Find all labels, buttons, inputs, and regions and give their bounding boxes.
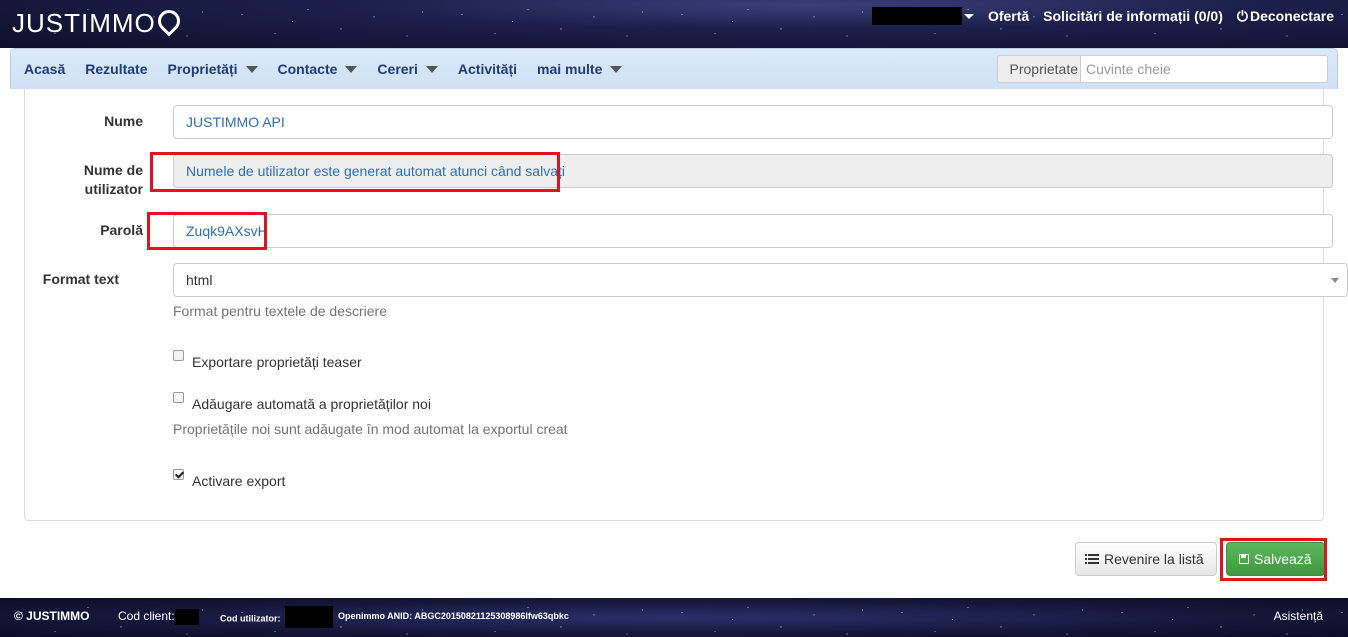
logo[interactable]: JUSTIMMO — [12, 5, 185, 39]
main-navbar: Acasă Rezultate Proprietăți Contacte Cereri A… — [10, 48, 1338, 89]
header-links: Ofertă Solicitări de informații (0/0) ⏻ D… — [871, 7, 1334, 26]
teaser-checkbox-row[interactable]: Exportare proprietăți teaser — [173, 348, 362, 370]
nav-item-rezultate[interactable]: Rezultate — [85, 61, 147, 77]
power-icon: ⏻ — [1236, 7, 1248, 24]
username-label-line1: Nume de — [83, 162, 143, 178]
search-input[interactable] — [1080, 55, 1328, 83]
format-select-value: html — [186, 272, 213, 288]
redacted-username — [871, 7, 962, 26]
nav-item-proprietăți[interactable]: Proprietăți — [168, 61, 258, 77]
nav-item-cereri[interactable]: Cereri — [377, 61, 438, 77]
chevron-down-icon — [963, 13, 974, 19]
teaser-checkbox-label: Exportare proprietăți teaser — [192, 354, 362, 370]
back-to-list-button[interactable]: Revenire la listă — [1075, 542, 1217, 576]
form-panel: Nume JUSTIMMO API Nume de utilizator Num… — [24, 89, 1348, 521]
nav-item-activități[interactable]: Activități — [458, 61, 517, 77]
activate-export-checkbox[interactable] — [173, 469, 184, 480]
footer: © JUSTIMMO Cod client: Cod utilizator: O… — [0, 598, 1348, 637]
chevron-down-icon — [245, 65, 258, 73]
redacted-client-code — [174, 609, 199, 625]
footer-copyright: © JUSTIMMO — [14, 609, 90, 623]
nav-item-label: Cereri — [377, 61, 418, 77]
search-group: Proprietate — [996, 55, 1328, 83]
activate-checkbox-row[interactable]: Activare export — [173, 467, 285, 489]
nav-item-label: Rezultate — [85, 61, 148, 77]
auto-add-help-text: Proprietățile noi sunt adăugate în mod a… — [173, 421, 568, 437]
activate-export-label: Activare export — [192, 473, 286, 489]
nav-menu: Acasă Rezultate Proprietăți Contacte Cereri A… — [24, 61, 623, 77]
format-label: Format text — [42, 271, 119, 287]
nav-item-label: mai multe — [537, 61, 603, 77]
auto-add-checkbox[interactable] — [173, 392, 184, 403]
redacted-user-code — [285, 606, 334, 628]
footer-user-code: Cod utilizator: — [220, 606, 334, 628]
user-menu[interactable] — [871, 7, 974, 26]
select-arrow-icon — [1331, 278, 1339, 283]
nav-item-mai-multe[interactable]: mai multe — [537, 61, 623, 77]
footer-client-code: Cod client: — [118, 609, 199, 625]
help-link[interactable]: Asistență — [1274, 609, 1323, 623]
client-code-label: Cod client: — [118, 609, 175, 624]
footer-anid: Openimmo ANID: ABGC20150821125308986lfw6… — [338, 611, 569, 621]
name-label: Nume — [104, 113, 143, 129]
username-input[interactable]: Numele de utilizator este generat automa… — [173, 154, 1333, 188]
teaser-checkbox[interactable] — [173, 350, 184, 361]
nav-item-label: Activități — [457, 61, 518, 77]
floppy-disk-icon — [1239, 554, 1249, 564]
top-header: JUSTIMMO Ofertă Solicitări de informații… — [0, 0, 1348, 48]
search-type-addon[interactable]: Proprietate — [996, 55, 1080, 83]
starfield-background — [0, 598, 1348, 637]
chevron-down-icon — [610, 65, 623, 73]
nav-item-contacte[interactable]: Contacte — [278, 61, 358, 77]
offer-link[interactable]: Ofertă — [988, 8, 1029, 24]
logout-label: Deconectare — [1249, 7, 1334, 24]
save-button[interactable]: Salvează — [1226, 542, 1325, 576]
username-label: Nume de utilizator — [25, 161, 143, 199]
auto-add-checkbox-row[interactable]: Adăugare automată a proprietăților noi — [173, 390, 431, 412]
name-input[interactable]: JUSTIMMO API — [173, 105, 1333, 139]
list-icon — [1085, 554, 1099, 564]
save-label: Salvează — [1254, 551, 1312, 567]
chevron-down-icon — [345, 65, 358, 73]
map-pin-icon — [153, 5, 185, 37]
nav-item-label: Proprietăți — [167, 61, 238, 77]
auto-add-checkbox-label: Adăugare automată a proprietăților noi — [192, 396, 431, 412]
logout-link[interactable]: ⏻ Deconectare — [1237, 8, 1334, 25]
nav-item-label: Acasă — [24, 61, 66, 77]
format-help-text: Format pentru textele de descriere — [173, 303, 387, 319]
logo-text: JUSTIMMO — [12, 8, 156, 38]
chevron-down-icon — [425, 65, 438, 73]
password-label: Parolă — [100, 222, 143, 238]
nav-item-label: Contacte — [277, 61, 338, 77]
back-to-list-label: Revenire la listă — [1104, 551, 1204, 567]
user-code-label: Cod utilizator: — [220, 613, 281, 624]
format-select[interactable]: html — [173, 263, 1348, 297]
nav-item-acasă[interactable]: Acasă — [24, 61, 65, 77]
password-input[interactable]: Zuqk9AXsvH — [173, 214, 1333, 248]
requests-link[interactable]: Solicitări de informații (0/0) — [1043, 8, 1223, 24]
username-label-line2: utilizator — [84, 181, 143, 197]
